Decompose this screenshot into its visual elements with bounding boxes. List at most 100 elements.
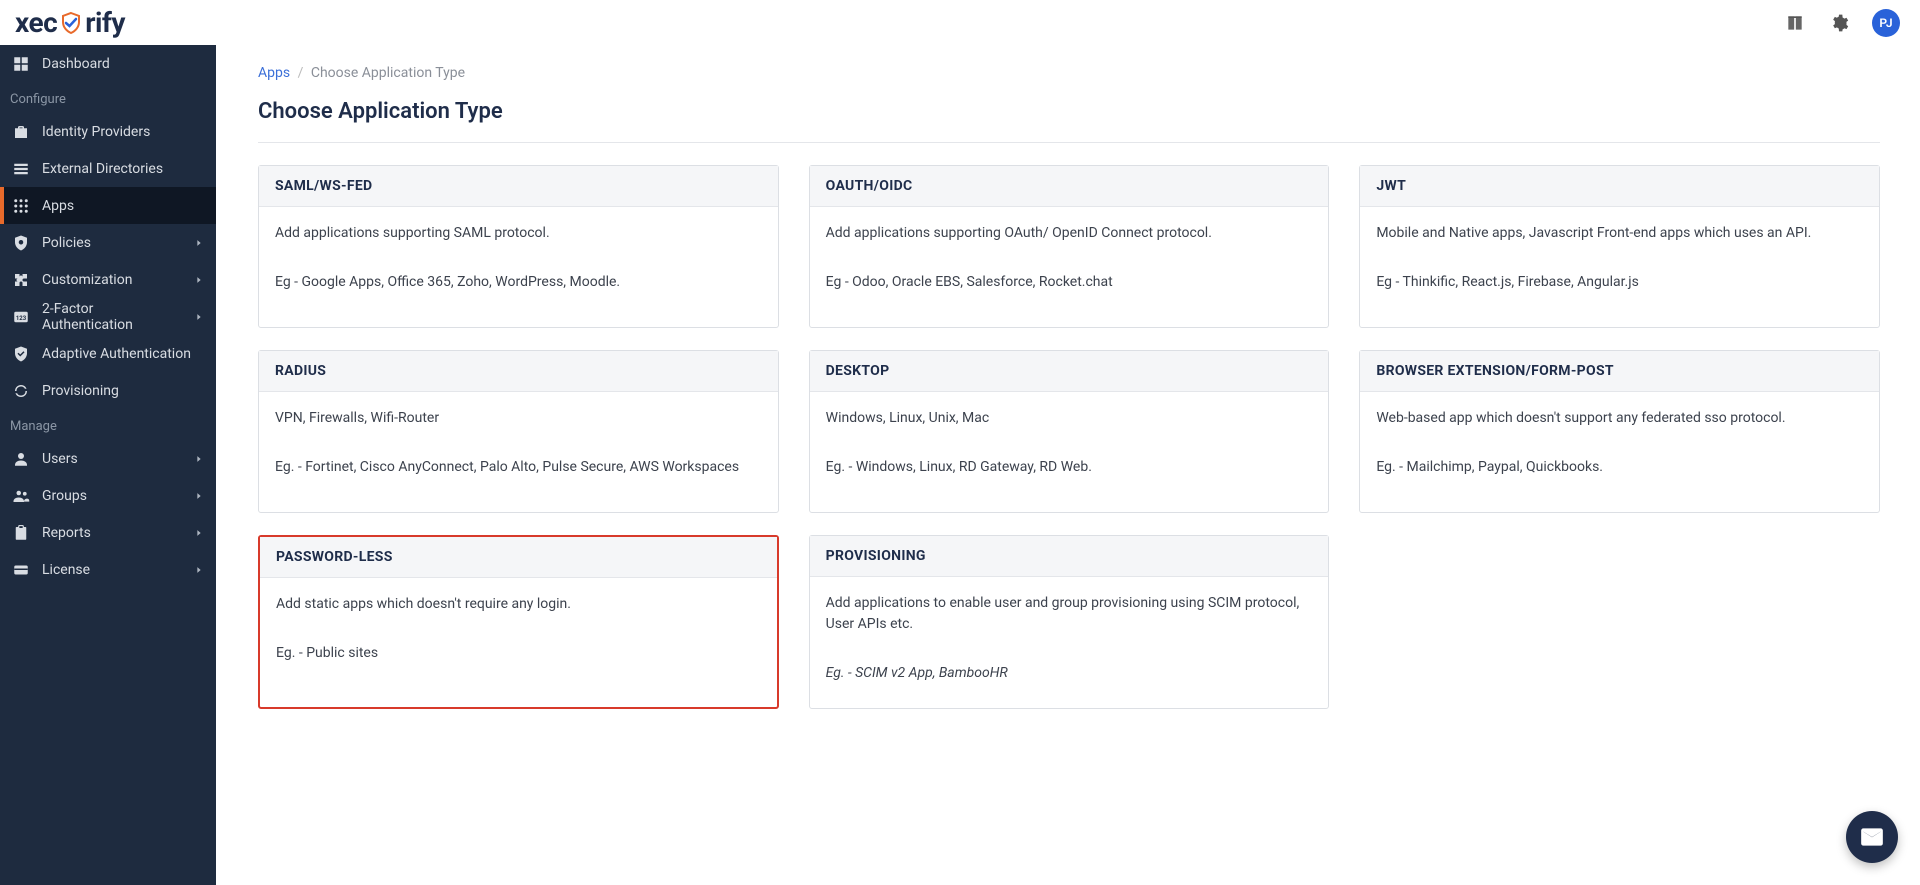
card-body: VPN, Firewalls, Wifi-Router Eg. - Fortine… [259,392,778,512]
briefcase-icon [12,123,30,141]
topbar-right: PJ [1784,9,1900,37]
card-example: Eg. - SCIM v2 App, BambooHR [826,663,1313,684]
sidebar-item-label: Adaptive Authentication [42,346,191,362]
app-type-card-oauth-oidc[interactable]: OAUTH/OIDCAdd applications supporting OA… [809,165,1330,328]
app-type-card-provisioning[interactable]: PROVISIONINGAdd applications to enable u… [809,535,1330,709]
card-example: Eg. - Windows, Linux, RD Gateway, RD Web… [826,457,1313,478]
shield-check-icon [12,345,30,363]
card-icon [12,561,30,579]
app-type-card-browser-extension-form-post[interactable]: BROWSER EXTENSION/FORM-POST Web-based app… [1359,350,1880,513]
sidebar-item-external-directories[interactable]: External Directories [0,150,216,187]
clipboard-icon [12,524,30,542]
sidebar-item-apps[interactable]: Apps [0,187,216,224]
grid-icon [12,197,30,215]
main-content: Apps / Choose Application Type Choose Ap… [216,45,1920,885]
sidebar: DashboardConfigure Identity Providers Exte… [0,45,216,885]
sidebar-item-label: License [42,562,90,578]
guide-icon[interactable] [1784,12,1806,34]
logo-shield-icon [59,11,83,35]
sidebar-item-users[interactable]: Users [0,440,216,477]
sidebar-item-policies[interactable]: Policies [0,224,216,261]
sidebar-item-label: Users [42,451,78,467]
card-example: Eg. - Fortinet, Cisco AnyConnect, Palo A… [275,457,762,478]
chevron-right-icon [194,238,204,248]
sidebar-item-label: Policies [42,235,91,251]
app-type-card-password-less[interactable]: PASSWORD-LESSAdd static apps which doesn… [258,535,779,709]
svg-text:123: 123 [16,315,27,322]
sidebar-item-label: 2-Factor Authentication [42,301,182,333]
chevron-right-icon [194,312,204,322]
card-body: Add applications supporting OAuth/ OpenI… [810,207,1329,327]
sidebar-item-dashboard[interactable]: Dashboard [0,45,216,82]
chevron-right-icon [194,565,204,575]
chevron-right-icon [194,491,204,501]
card-header: PROVISIONING [810,536,1329,577]
breadcrumb-separator: / [298,65,304,81]
card-header: SAML/WS-FED [259,166,778,207]
list-icon [12,160,30,178]
card-header: RADIUS [259,351,778,392]
card-body: Web-based app which doesn't support any … [1360,392,1879,512]
chat-button[interactable] [1846,811,1898,863]
2fa-icon: 123 [12,308,30,326]
card-description: Add static apps which doesn't require an… [276,594,761,615]
mail-icon [1859,824,1885,850]
card-example: Eg. - Mailchimp, Paypal, Quickbooks. [1376,457,1863,478]
app-type-grid: SAML/WS-FED Add applications supporting S… [258,165,1880,709]
sidebar-item-2-factor-authentication[interactable]: 123 2-Factor Authentication [0,298,216,335]
card-description: Web-based app which doesn't support any … [1376,408,1863,429]
card-header: DESKTOP [810,351,1329,392]
settings-icon[interactable] [1828,12,1850,34]
sync-icon [12,382,30,400]
card-example: Eg - Google Apps, Office 365, Zoho, Word… [275,272,762,293]
breadcrumb: Apps / Choose Application Type [258,65,1880,81]
sidebar-section: Manage [0,409,216,440]
breadcrumb-current: Choose Application Type [311,65,465,81]
card-example: Eg. - Public sites [276,643,761,664]
sidebar-section: Configure [0,82,216,113]
card-body: Mobile and Native apps, Javascript Front… [1360,207,1879,327]
sidebar-item-provisioning[interactable]: Provisioning [0,372,216,409]
shield-gear-icon [12,234,30,252]
sidebar-item-customization[interactable]: Customization [0,261,216,298]
card-description: Add applications supporting SAML protoco… [275,223,762,244]
sidebar-item-label: Identity Providers [42,124,150,140]
sidebar-item-groups[interactable]: Groups [0,477,216,514]
user-icon [12,450,30,468]
app-type-card-desktop[interactable]: DESKTOPWindows, Linux, Unix, MacEg. - Wi… [809,350,1330,513]
card-description: VPN, Firewalls, Wifi-Router [275,408,762,429]
topbar: xec rify PJ [0,0,1920,45]
sidebar-item-label: Groups [42,488,87,504]
sidebar-item-license[interactable]: License [0,551,216,588]
app-type-card-saml-ws-fed[interactable]: SAML/WS-FED Add applications supporting S… [258,165,779,328]
avatar[interactable]: PJ [1872,9,1900,37]
breadcrumb-parent-link[interactable]: Apps [258,65,290,81]
sidebar-item-adaptive-authentication[interactable]: Adaptive Authentication [0,335,216,372]
avatar-initials: PJ [1879,16,1892,30]
page-title: Choose Application Type [258,99,1880,124]
card-example: Eg - Thinkific, React.js, Firebase, Angu… [1376,272,1863,293]
logo[interactable]: xec rify [15,6,125,39]
chevron-right-icon [194,528,204,538]
sidebar-item-label: Provisioning [42,383,119,399]
puzzle-icon [12,271,30,289]
sidebar-item-label: External Directories [42,161,163,177]
sidebar-item-label: Customization [42,272,132,288]
card-body: Add applications supporting SAML protoco… [259,207,778,327]
chevron-right-icon [194,454,204,464]
divider [258,142,1880,143]
groups-icon [12,487,30,505]
card-header: BROWSER EXTENSION/FORM-POST [1360,351,1879,392]
logo-text-prefix: xec [15,6,57,39]
chevron-right-icon [194,275,204,285]
card-description: Add applications supporting OAuth/ OpenI… [826,223,1313,244]
card-example: Eg - Odoo, Oracle EBS, Salesforce, Rocke… [826,272,1313,293]
logo-text-suffix: rify [85,6,125,39]
sidebar-item-reports[interactable]: Reports [0,514,216,551]
card-body: Add applications to enable user and grou… [810,577,1329,708]
app-type-card-radius[interactable]: RADIUS VPN, Firewalls, Wifi-Router Eg. - F… [258,350,779,513]
card-body: Add static apps which doesn't require an… [260,578,777,698]
app-type-card-jwt[interactable]: JWTMobile and Native apps, Javascript Fr… [1359,165,1880,328]
card-description: Mobile and Native apps, Javascript Front… [1376,223,1863,244]
sidebar-item-identity-providers[interactable]: Identity Providers [0,113,216,150]
